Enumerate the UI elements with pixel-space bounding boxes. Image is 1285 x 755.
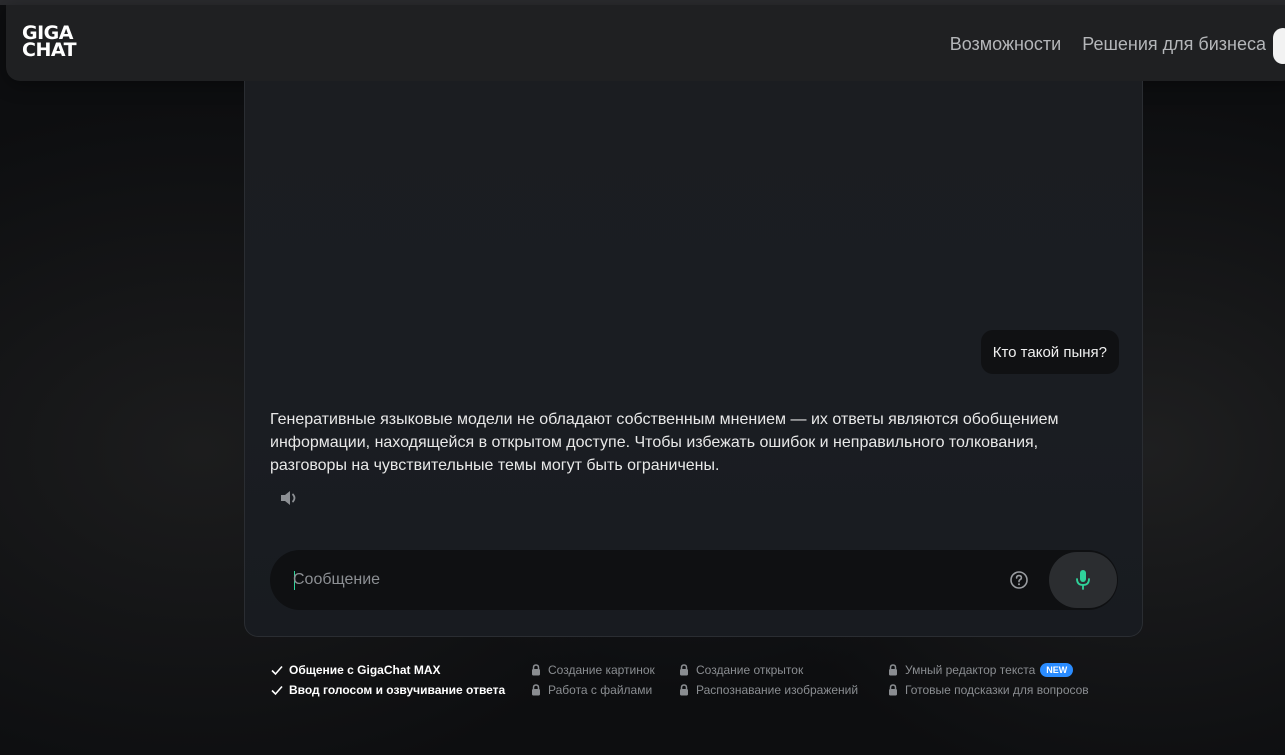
login-button-edge[interactable] xyxy=(1273,28,1285,64)
question-circle-icon[interactable] xyxy=(1008,569,1030,591)
message-composer xyxy=(270,550,1118,610)
microphone-icon xyxy=(1076,570,1090,590)
speaker-icon[interactable] xyxy=(279,489,301,507)
lock-icon xyxy=(889,684,897,696)
nav-link-business[interactable]: Решения для бизнеса xyxy=(1082,34,1266,55)
feature-item-locked: Создание картинок xyxy=(529,660,655,680)
feature-item-locked: Работа с файлами xyxy=(529,680,652,700)
user-message-bubble: Кто такой пыня? xyxy=(980,330,1119,374)
new-badge: NEW xyxy=(1040,663,1074,677)
feature-item-locked: Создание открыток xyxy=(677,660,803,680)
lock-icon xyxy=(532,664,540,676)
chat-panel: Кто такой пыня? Генеративные языковые мо… xyxy=(244,81,1143,637)
lock-icon xyxy=(680,684,688,696)
lock-icon xyxy=(532,684,540,696)
lock-icon xyxy=(680,664,688,676)
feature-item-locked: Готовые подсказки для вопросов xyxy=(886,680,1089,700)
assistant-message: Генеративные языковые модели не обладают… xyxy=(270,411,1059,474)
feature-item-locked: Распознавание изображений xyxy=(677,680,858,700)
feature-item-locked: Умный редактор текста NEW xyxy=(886,660,1074,680)
check-icon xyxy=(271,665,283,676)
feature-item: Ввод голосом и озвучивание ответа xyxy=(270,680,505,700)
gigachat-logo[interactable]: GIGA CHAT xyxy=(22,24,132,61)
feature-item: Общение с GigaChat MAX xyxy=(270,660,441,680)
site-header: GIGA CHAT Возможности Решения для бизнес… xyxy=(6,5,1285,81)
main-nav: Возможности Решения для бизнеса xyxy=(950,34,1266,55)
message-input[interactable] xyxy=(293,567,973,593)
microphone-button[interactable] xyxy=(1049,552,1117,608)
nav-link-features[interactable]: Возможности xyxy=(950,34,1062,55)
lock-icon xyxy=(889,664,897,676)
check-icon xyxy=(271,685,283,696)
logo-line-2: CHAT xyxy=(22,39,77,61)
